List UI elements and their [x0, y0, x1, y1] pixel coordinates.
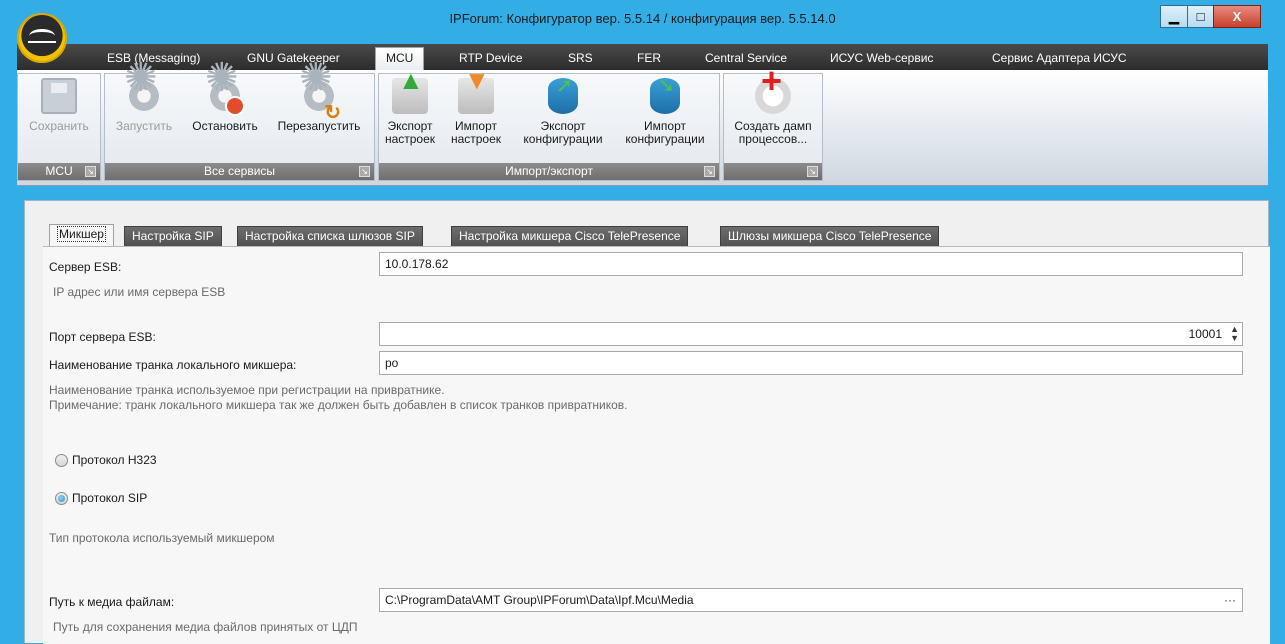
- group-label-import-export: Импорт/экспорт: [379, 163, 719, 180]
- media-path-field[interactable]: C:\ProgramData\AMT Group\IPForum\Data\Ip…: [379, 588, 1243, 612]
- window-title: IPForum: Конфигуратор вер. 5.5.14 / конф…: [449, 11, 836, 26]
- radio-checked-icon: [55, 491, 68, 505]
- tab-isus-adapter-service[interactable]: Сервис Адаптера ИСУС: [982, 48, 1137, 70]
- export-settings-icon: [392, 74, 428, 114]
- stop-label: Остановить: [192, 119, 258, 133]
- minimize-button[interactable]: ▁: [1160, 5, 1188, 28]
- protocol-h323-radio[interactable]: Протокол H323: [55, 453, 157, 467]
- protocol-sip-radio[interactable]: Протокол SIP: [55, 491, 147, 505]
- gear-restart-icon: [299, 72, 341, 120]
- create-dump-label-2: процессов...: [738, 132, 808, 146]
- save-icon: [41, 78, 77, 114]
- protocol-sip-label: Протокол SIP: [72, 491, 148, 505]
- tab-mixer-label: Микшер: [57, 226, 106, 242]
- esb-port-value: 10001: [1188, 327, 1222, 341]
- browse-button[interactable]: ···: [1224, 589, 1236, 611]
- trunk-label: Наименование транка локального микшера:: [49, 358, 297, 372]
- export-config-icon: [548, 78, 578, 114]
- export-settings-label-2: настроек: [384, 132, 436, 146]
- tab-gnu-gatekeeper[interactable]: GNU Gatekeeper: [237, 48, 350, 70]
- import-settings-icon: [458, 74, 494, 114]
- restart-label: Перезапустить: [277, 119, 361, 133]
- app-window: IPForum: Конфигуратор вер. 5.5.14 / конф…: [0, 0, 1285, 644]
- restart-button[interactable]: Перезапустить: [268, 72, 370, 133]
- radio-unchecked-icon: [55, 453, 68, 467]
- tab-cisco-mixer-gateways[interactable]: Шлюзы микшера Cisco TelePresence: [720, 226, 940, 247]
- tab-rtp-device[interactable]: RTP Device: [449, 48, 533, 70]
- esb-server-hint: IP адрес или имя сервера ESB: [53, 285, 226, 299]
- maximize-button[interactable]: □: [1187, 5, 1214, 28]
- process-dump-icon: [755, 74, 791, 114]
- group-label-all-services: Все сервисы: [105, 163, 374, 180]
- ribbon: Сохранить MCU ↘ Запустить Остановить Пер…: [17, 70, 1268, 186]
- export-config-label-2: конфигурации: [523, 132, 603, 146]
- esb-server-field[interactable]: 10.0.178.62: [379, 252, 1243, 276]
- trunk-hint-2: Примечание: транк локального микшера так…: [49, 398, 628, 412]
- media-path-value: C:\ProgramData\AMT Group\IPForum\Data\Ip…: [385, 593, 694, 607]
- tab-fer[interactable]: FER: [627, 48, 671, 70]
- esb-server-label: Сервер ESB:: [49, 260, 122, 274]
- esb-port-stepper[interactable]: 10001 ▲ ▼: [379, 322, 1243, 346]
- group-mcu: Сохранить MCU ↘: [17, 73, 101, 181]
- spin-arrows-icon[interactable]: ▲ ▼: [1230, 325, 1239, 343]
- trunk-field[interactable]: po: [379, 351, 1243, 375]
- create-dump-button[interactable]: Создать дамп процессов...: [726, 74, 820, 146]
- import-settings-label-2: настроек: [450, 132, 502, 146]
- esb-port-label: Порт сервера ESB:: [49, 330, 156, 344]
- trunk-hint-1: Наименование транка используемое при рег…: [49, 383, 445, 397]
- group-launcher-icon[interactable]: ↘: [807, 166, 818, 177]
- protocol-h323-label: Протокол H323: [72, 453, 157, 467]
- tab-sip-settings[interactable]: Настройка SIP: [124, 226, 222, 247]
- media-path-label: Путь к медиа файлам:: [49, 595, 175, 609]
- save-button[interactable]: Сохранить: [23, 78, 95, 133]
- mixer-form: Сервер ESB: 10.0.178.62 IP адрес или имя…: [43, 246, 1270, 644]
- gear-start-icon: [124, 72, 162, 114]
- app-logo-icon[interactable]: [17, 13, 67, 63]
- gear-stop-icon: [205, 72, 245, 116]
- tab-isus-web-service[interactable]: ИСУС Web-сервис: [820, 48, 943, 70]
- import-config-button[interactable]: Импорт конфигурации: [615, 78, 715, 146]
- import-config-label-2: конфигурации: [625, 132, 705, 146]
- export-settings-button[interactable]: Экспорт настроек: [381, 74, 439, 146]
- group-dump: Создать дамп процессов... ↘: [723, 73, 823, 181]
- group-launcher-icon[interactable]: ↘: [704, 166, 715, 177]
- start-label: Запустить: [115, 119, 173, 133]
- title-bar: IPForum: Конфигуратор вер. 5.5.14 / конф…: [0, 0, 1285, 40]
- save-label: Сохранить: [29, 119, 89, 133]
- tab-sip-gateways[interactable]: Настройка списка шлюзов SIP: [237, 226, 423, 247]
- protocol-hint: Тип протокола используемый микшером: [49, 531, 275, 545]
- tab-srs[interactable]: SRS: [558, 48, 603, 70]
- tab-mixer[interactable]: Микшер: [49, 224, 114, 247]
- import-config-icon: [650, 78, 680, 114]
- close-button[interactable]: X: [1213, 5, 1261, 28]
- export-config-button[interactable]: Экспорт конфигурации: [513, 78, 613, 146]
- group-import-export: Экспорт настроек Импорт настроек Экспорт…: [378, 73, 720, 181]
- group-launcher-icon[interactable]: ↘: [359, 166, 370, 177]
- start-button[interactable]: Запустить: [107, 72, 181, 133]
- content-panel: Микшер Настройка SIP Настройка списка шл…: [24, 200, 1270, 644]
- group-all-services: Запустить Остановить Перезапустить Все с…: [104, 72, 375, 181]
- group-launcher-icon[interactable]: ↘: [85, 166, 96, 177]
- stop-button[interactable]: Остановить: [185, 72, 265, 133]
- import-settings-button[interactable]: Импорт настроек: [441, 74, 511, 146]
- tab-cisco-mixer-settings[interactable]: Настройка микшера Cisco TelePresence: [451, 226, 689, 247]
- media-path-hint: Путь для сохранения медиа файлов приняты…: [53, 620, 358, 634]
